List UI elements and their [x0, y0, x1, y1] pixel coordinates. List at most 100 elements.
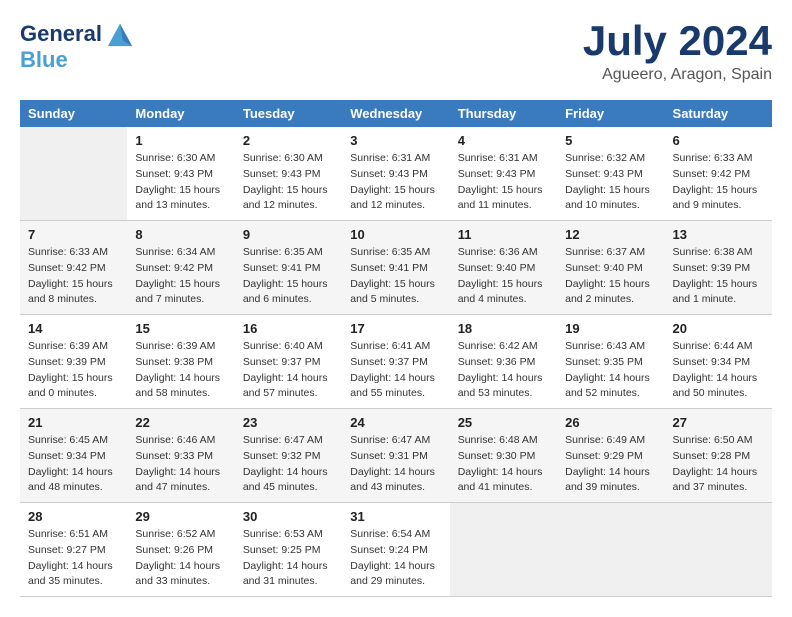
- weekday-header-sunday: Sunday: [20, 100, 127, 127]
- day-number: 20: [673, 321, 764, 336]
- day-info: Sunrise: 6:45 AMSunset: 9:34 PMDaylight:…: [28, 433, 119, 496]
- day-info: Sunrise: 6:52 AMSunset: 9:26 PMDaylight:…: [135, 527, 226, 590]
- day-info: Sunrise: 6:32 AMSunset: 9:43 PMDaylight:…: [565, 151, 656, 214]
- day-number: 16: [243, 321, 334, 336]
- day-number: 11: [458, 227, 549, 242]
- weekday-header-monday: Monday: [127, 100, 234, 127]
- calendar-cell: 16 Sunrise: 6:40 AMSunset: 9:37 PMDayligh…: [235, 315, 342, 409]
- day-number: 14: [28, 321, 119, 336]
- day-info: Sunrise: 6:39 AMSunset: 9:39 PMDaylight:…: [28, 339, 119, 402]
- title-section: July 2024 Agueero, Aragon, Spain: [583, 20, 772, 84]
- day-info: Sunrise: 6:33 AMSunset: 9:42 PMDaylight:…: [28, 245, 119, 308]
- day-info: Sunrise: 6:40 AMSunset: 9:37 PMDaylight:…: [243, 339, 334, 402]
- day-info: Sunrise: 6:42 AMSunset: 9:36 PMDaylight:…: [458, 339, 549, 402]
- calendar-cell: 17Sunrise: 6:41 AMSunset: 9:37 PMDayligh…: [342, 315, 449, 409]
- calendar-week-5: 28 Sunrise: 6:51 AMSunset: 9:27 PMDayligh…: [20, 503, 772, 597]
- day-info: Sunrise: 6:53 AMSunset: 9:25 PMDaylight:…: [243, 527, 334, 590]
- day-number: 1: [135, 133, 226, 148]
- day-info: Sunrise: 6:44 AMSunset: 9:34 PMDaylight:…: [673, 339, 764, 402]
- calendar-cell: 27 Sunrise: 6:50 AMSunset: 9:28 PMDayligh…: [665, 409, 772, 503]
- day-number: 17: [350, 321, 441, 336]
- calendar-cell: 21 Sunrise: 6:45 AMSunset: 9:34 PMDayligh…: [20, 409, 127, 503]
- day-info: Sunrise: 6:47 AMSunset: 9:31 PMDaylight:…: [350, 433, 441, 496]
- weekday-header-thursday: Thursday: [450, 100, 557, 127]
- calendar-cell: 26 Sunrise: 6:49 AMSunset: 9:29 PMDayligh…: [557, 409, 664, 503]
- day-number: 7: [28, 227, 119, 242]
- weekday-header-wednesday: Wednesday: [342, 100, 449, 127]
- logo-text: General: [20, 22, 102, 46]
- calendar-week-2: 7 Sunrise: 6:33 AMSunset: 9:42 PMDaylight…: [20, 221, 772, 315]
- day-info: Sunrise: 6:33 AMSunset: 9:42 PMDaylight:…: [673, 151, 764, 214]
- calendar-cell: 1Sunrise: 6:30 AMSunset: 9:43 PMDaylight…: [127, 127, 234, 221]
- calendar-cell: [450, 503, 557, 597]
- logo-icon: [106, 20, 134, 48]
- calendar-cell: 5 Sunrise: 6:32 AMSunset: 9:43 PMDaylight…: [557, 127, 664, 221]
- day-number: 13: [673, 227, 764, 242]
- day-number: 27: [673, 415, 764, 430]
- logo-blue: Blue: [20, 47, 68, 72]
- day-number: 10: [350, 227, 441, 242]
- calendar-cell: 19 Sunrise: 6:43 AMSunset: 9:35 PMDayligh…: [557, 315, 664, 409]
- calendar-cell: 28 Sunrise: 6:51 AMSunset: 9:27 PMDayligh…: [20, 503, 127, 597]
- calendar-cell: 4Sunrise: 6:31 AMSunset: 9:43 PMDaylight…: [450, 127, 557, 221]
- calendar-cell: 20 Sunrise: 6:44 AMSunset: 9:34 PMDayligh…: [665, 315, 772, 409]
- calendar-cell: 3Sunrise: 6:31 AMSunset: 9:43 PMDaylight…: [342, 127, 449, 221]
- day-number: 8: [135, 227, 226, 242]
- day-number: 31: [350, 509, 441, 524]
- day-info: Sunrise: 6:49 AMSunset: 9:29 PMDaylight:…: [565, 433, 656, 496]
- day-number: 6: [673, 133, 764, 148]
- calendar-week-1: 1 Sunrise: 6:30 AMSunset: 9:43 PMDaylight…: [20, 127, 772, 221]
- calendar-cell: 6 Sunrise: 6:33 AMSunset: 9:42 PMDaylight…: [665, 127, 772, 221]
- weekday-header-tuesday: Tuesday: [235, 100, 342, 127]
- weekday-header-saturday: Saturday: [665, 100, 772, 127]
- calendar-cell: 14 Sunrise: 6:39 AMSunset: 9:39 PMDayligh…: [20, 315, 127, 409]
- day-number: 30: [243, 509, 334, 524]
- day-info: Sunrise: 6:51 AMSunset: 9:27 PMDaylight:…: [28, 527, 119, 590]
- day-info: Sunrise: 6:43 AMSunset: 9:35 PMDaylight:…: [565, 339, 656, 402]
- calendar-cell: 2 Sunrise: 6:30 AMSunset: 9:43 PMDaylight…: [235, 127, 342, 221]
- weekday-header-friday: Friday: [557, 100, 664, 127]
- day-info: Sunrise: 6:35 AMSunset: 9:41 PMDaylight:…: [350, 245, 441, 308]
- calendar-cell: 8Sunrise: 6:34 AMSunset: 9:42 PMDaylight…: [127, 221, 234, 315]
- calendar-cell: [665, 503, 772, 597]
- day-info: Sunrise: 6:47 AMSunset: 9:32 PMDaylight:…: [243, 433, 334, 496]
- day-number: 26: [565, 415, 656, 430]
- day-number: 22: [135, 415, 226, 430]
- calendar-cell: 29 Sunrise: 6:52 AMSunset: 9:26 PMDayligh…: [127, 503, 234, 597]
- day-info: Sunrise: 6:31 AMSunset: 9:43 PMDaylight:…: [350, 151, 441, 214]
- day-number: 19: [565, 321, 656, 336]
- day-info: Sunrise: 6:50 AMSunset: 9:28 PMDaylight:…: [673, 433, 764, 496]
- day-number: 4: [458, 133, 549, 148]
- day-number: 5: [565, 133, 656, 148]
- calendar-cell: [20, 127, 127, 221]
- day-number: 29: [135, 509, 226, 524]
- calendar-cell: 7 Sunrise: 6:33 AMSunset: 9:42 PMDaylight…: [20, 221, 127, 315]
- day-number: 24: [350, 415, 441, 430]
- logo: General Blue: [20, 20, 134, 72]
- calendar-cell: 31Sunrise: 6:54 AMSunset: 9:24 PMDayligh…: [342, 503, 449, 597]
- day-info: Sunrise: 6:46 AMSunset: 9:33 PMDaylight:…: [135, 433, 226, 496]
- day-info: Sunrise: 6:36 AMSunset: 9:40 PMDaylight:…: [458, 245, 549, 308]
- day-number: 18: [458, 321, 549, 336]
- calendar-cell: 9 Sunrise: 6:35 AMSunset: 9:41 PMDaylight…: [235, 221, 342, 315]
- day-info: Sunrise: 6:37 AMSunset: 9:40 PMDaylight:…: [565, 245, 656, 308]
- calendar-week-4: 21 Sunrise: 6:45 AMSunset: 9:34 PMDayligh…: [20, 409, 772, 503]
- day-number: 9: [243, 227, 334, 242]
- calendar-cell: 23 Sunrise: 6:47 AMSunset: 9:32 PMDayligh…: [235, 409, 342, 503]
- calendar-cell: 18 Sunrise: 6:42 AMSunset: 9:36 PMDayligh…: [450, 315, 557, 409]
- day-info: Sunrise: 6:35 AMSunset: 9:41 PMDaylight:…: [243, 245, 334, 308]
- day-info: Sunrise: 6:38 AMSunset: 9:39 PMDaylight:…: [673, 245, 764, 308]
- day-number: 2: [243, 133, 334, 148]
- day-info: Sunrise: 6:30 AMSunset: 9:43 PMDaylight:…: [243, 151, 334, 214]
- weekday-header-row: SundayMondayTuesdayWednesdayThursdayFrid…: [20, 100, 772, 127]
- calendar-cell: 10 Sunrise: 6:35 AMSunset: 9:41 PMDayligh…: [342, 221, 449, 315]
- day-number: 28: [28, 509, 119, 524]
- calendar-cell: 13 Sunrise: 6:38 AMSunset: 9:39 PMDayligh…: [665, 221, 772, 315]
- location: Agueero, Aragon, Spain: [583, 66, 772, 84]
- calendar-week-3: 14 Sunrise: 6:39 AMSunset: 9:39 PMDayligh…: [20, 315, 772, 409]
- day-number: 23: [243, 415, 334, 430]
- day-number: 21: [28, 415, 119, 430]
- calendar-cell: 11 Sunrise: 6:36 AMSunset: 9:40 PMDayligh…: [450, 221, 557, 315]
- calendar-cell: 25Sunrise: 6:48 AMSunset: 9:30 PMDayligh…: [450, 409, 557, 503]
- calendar-cell: 30 Sunrise: 6:53 AMSunset: 9:25 PMDayligh…: [235, 503, 342, 597]
